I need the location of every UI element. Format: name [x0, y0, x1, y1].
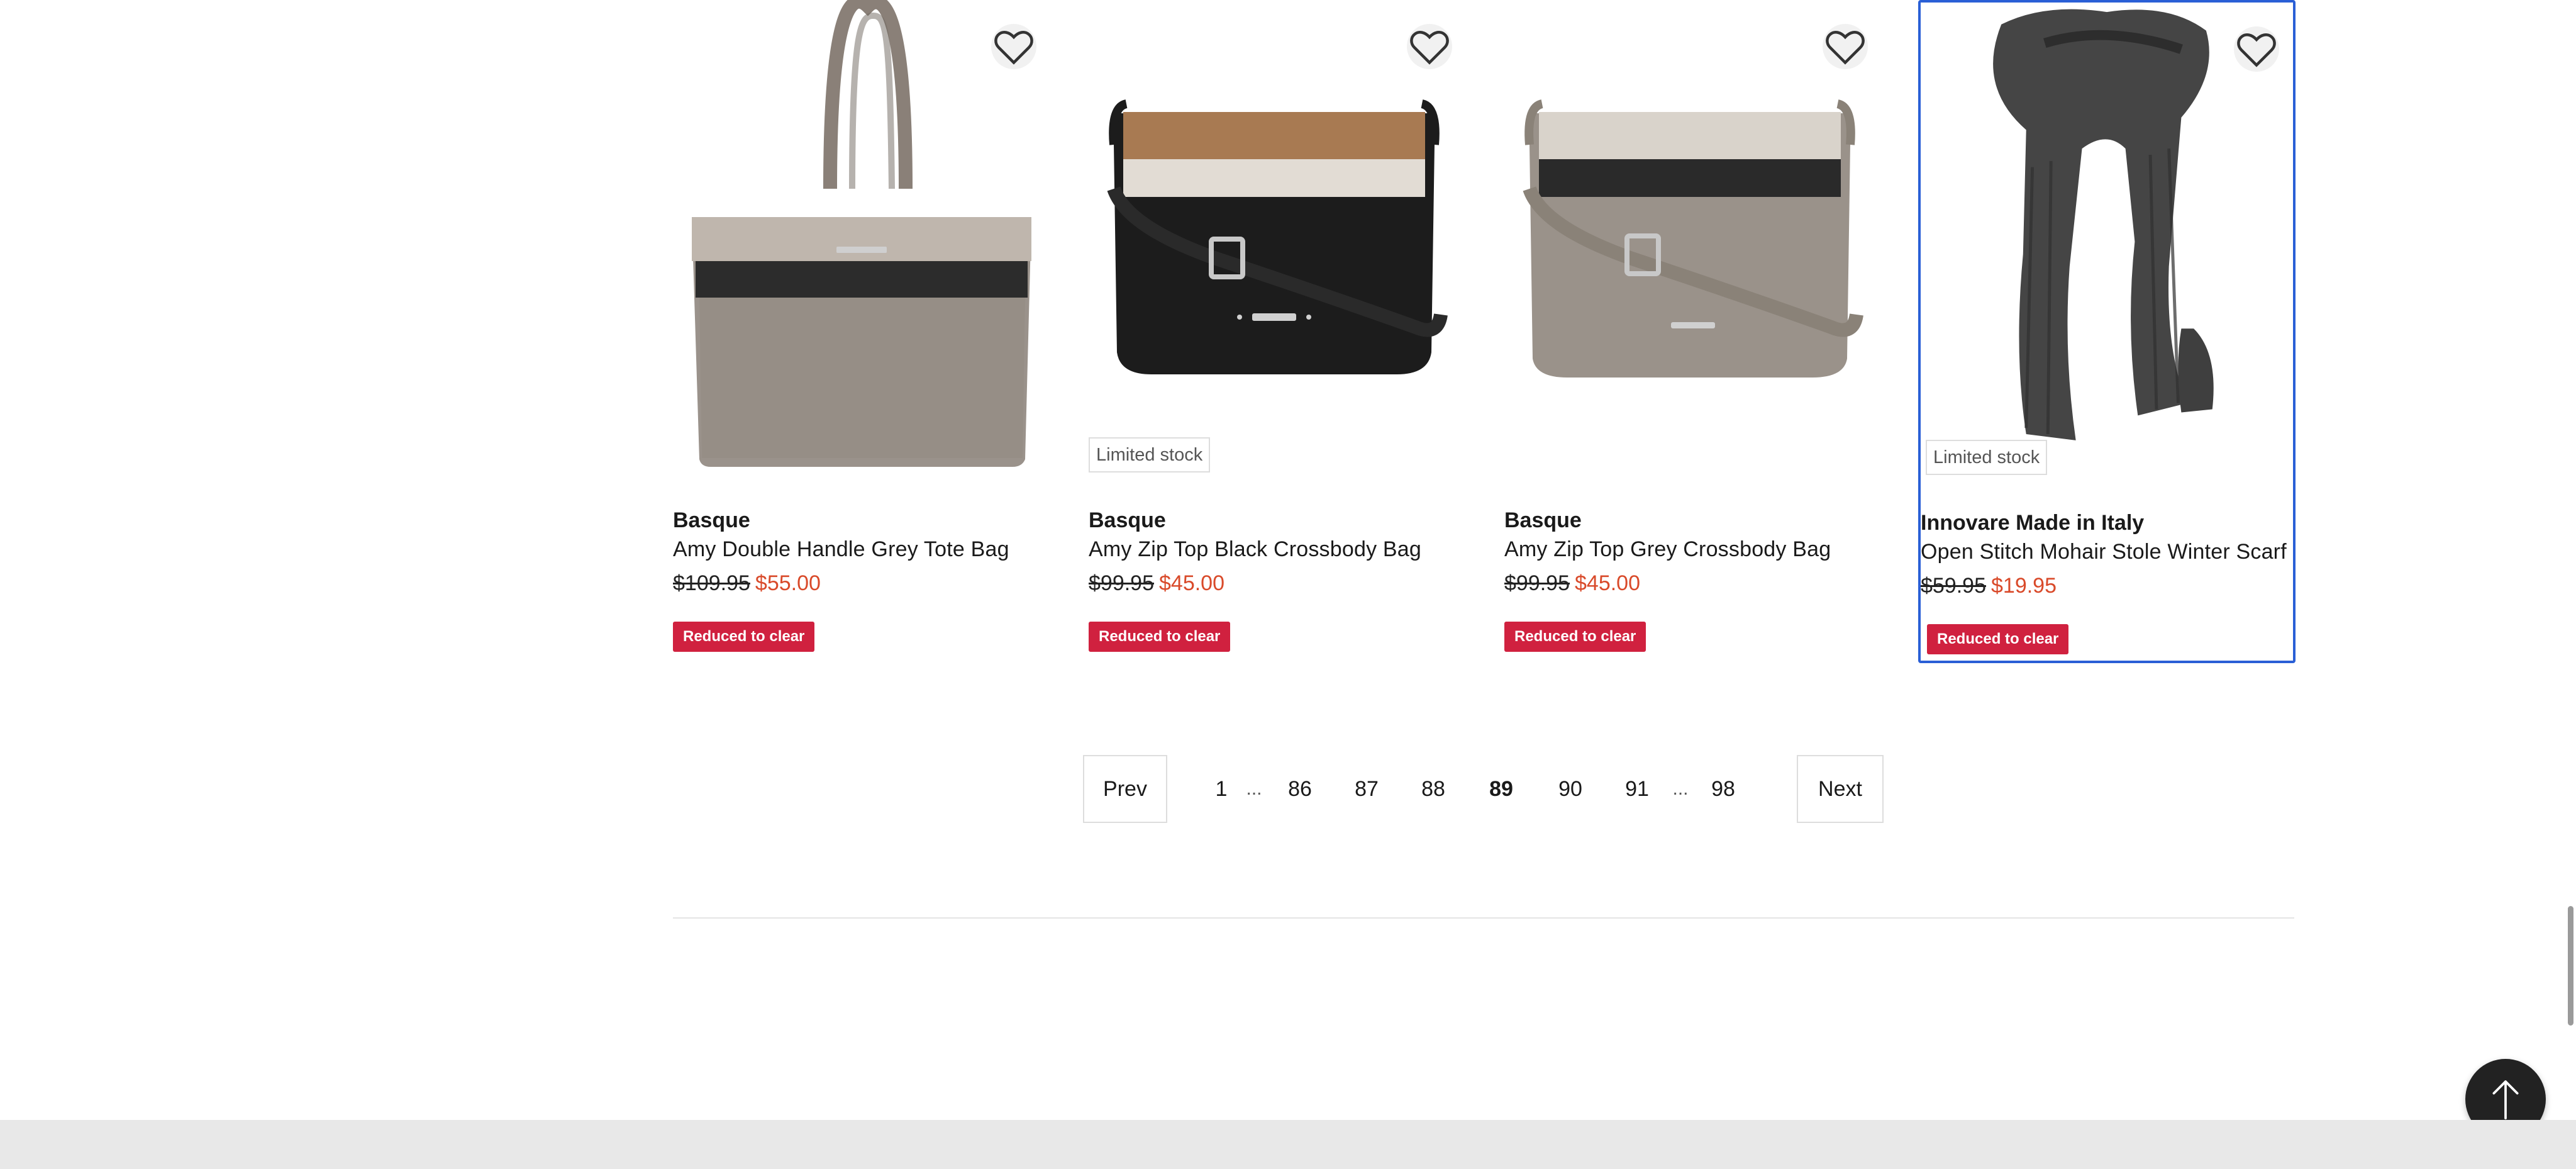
product-card[interactable]: Basque Amy Zip Top Grey Crossbody Bag $9… — [1504, 0, 1882, 663]
sale-price: $55.00 — [755, 571, 821, 595]
page-link-current[interactable]: 89 — [1479, 755, 1523, 823]
heart-icon — [1826, 31, 1865, 65]
product-brand[interactable]: Innovare Made in Italy — [1921, 511, 2144, 535]
pagination: Prev 1 ... 86 87 88 89 90 91 ... 98 Next — [1083, 755, 1884, 823]
scarf-image — [1993, 9, 2214, 440]
pagination-ellipsis: ... — [1672, 778, 1689, 799]
prev-page-button[interactable]: Prev — [1083, 755, 1167, 823]
page-link-87[interactable]: 87 — [1345, 755, 1389, 823]
product-image[interactable]: Limited stock — [1921, 3, 2293, 493]
product-image[interactable] — [673, 0, 1050, 491]
reduced-badge: Reduced to clear — [1927, 624, 2069, 654]
page-link-90[interactable]: 90 — [1548, 755, 1592, 823]
page-link-86[interactable]: 86 — [1278, 755, 1322, 823]
original-price: $109.95 — [673, 571, 750, 595]
pagination-ellipsis: ... — [1246, 778, 1262, 799]
product-prices: $59.95 $19.95 — [1921, 574, 2057, 598]
page-link-91[interactable]: 91 — [1615, 755, 1659, 823]
product-prices: $99.95 $45.00 — [1504, 571, 1640, 596]
page-link-88[interactable]: 88 — [1411, 755, 1455, 823]
section-divider — [673, 917, 2294, 919]
page-link-1[interactable]: 1 — [1199, 755, 1243, 823]
wishlist-button[interactable] — [2234, 26, 2279, 72]
product-image[interactable] — [1504, 0, 1882, 491]
wishlist-button[interactable] — [1823, 24, 1868, 69]
product-name[interactable]: Open Stitch Mohair Stole Winter Scarf — [1921, 540, 2287, 564]
sale-price: $45.00 — [1159, 571, 1224, 595]
product-grid: Basque Amy Double Handle Grey Tote Bag $… — [673, 0, 2296, 664]
black-crossbody-bag-image — [1107, 99, 1448, 375]
product-brand[interactable]: Basque — [1089, 508, 1166, 533]
tote-bag-image — [692, 0, 1031, 467]
scrollbar[interactable] — [2566, 0, 2576, 1169]
product-card[interactable]: Limited stock Basque Amy Zip Top Black C… — [1089, 0, 1466, 663]
footer — [0, 1120, 2576, 1169]
product-name[interactable]: Amy Zip Top Black Crossbody Bag — [1089, 537, 1421, 562]
heart-icon — [994, 31, 1033, 65]
arrow-up-icon — [2492, 1080, 2519, 1120]
page-link-98[interactable]: 98 — [1701, 755, 1745, 823]
scrollbar-thumb[interactable] — [2568, 906, 2573, 1026]
product-brand[interactable]: Basque — [1504, 508, 1582, 533]
product-name[interactable]: Amy Double Handle Grey Tote Bag — [673, 537, 1009, 562]
original-price: $99.95 — [1504, 571, 1570, 595]
wishlist-button[interactable] — [1407, 24, 1452, 69]
product-image[interactable]: Limited stock — [1089, 0, 1466, 491]
reduced-badge: Reduced to clear — [673, 622, 815, 652]
wishlist-button[interactable] — [991, 24, 1036, 69]
reduced-badge: Reduced to clear — [1504, 622, 1646, 652]
limited-stock-label: Limited stock — [1089, 437, 1211, 473]
grey-crossbody-bag-image — [1523, 99, 1863, 378]
original-price: $59.95 — [1921, 574, 1986, 598]
product-prices: $109.95 $55.00 — [673, 571, 821, 596]
next-page-button[interactable]: Next — [1797, 755, 1884, 823]
heart-icon — [2237, 33, 2276, 67]
sale-price: $45.00 — [1575, 571, 1640, 595]
limited-stock-label: Limited stock — [1926, 440, 2048, 475]
sale-price: $19.95 — [1991, 574, 2057, 598]
product-card[interactable]: Basque Amy Double Handle Grey Tote Bag $… — [673, 0, 1050, 663]
heart-icon — [1410, 31, 1449, 65]
product-prices: $99.95 $45.00 — [1089, 571, 1224, 596]
product-name[interactable]: Amy Zip Top Grey Crossbody Bag — [1504, 537, 1831, 562]
product-card[interactable]: Limited stock Innovare Made in Italy Ope… — [1918, 0, 2296, 663]
original-price: $99.95 — [1089, 571, 1154, 595]
product-brand[interactable]: Basque — [673, 508, 750, 533]
reduced-badge: Reduced to clear — [1089, 622, 1231, 652]
